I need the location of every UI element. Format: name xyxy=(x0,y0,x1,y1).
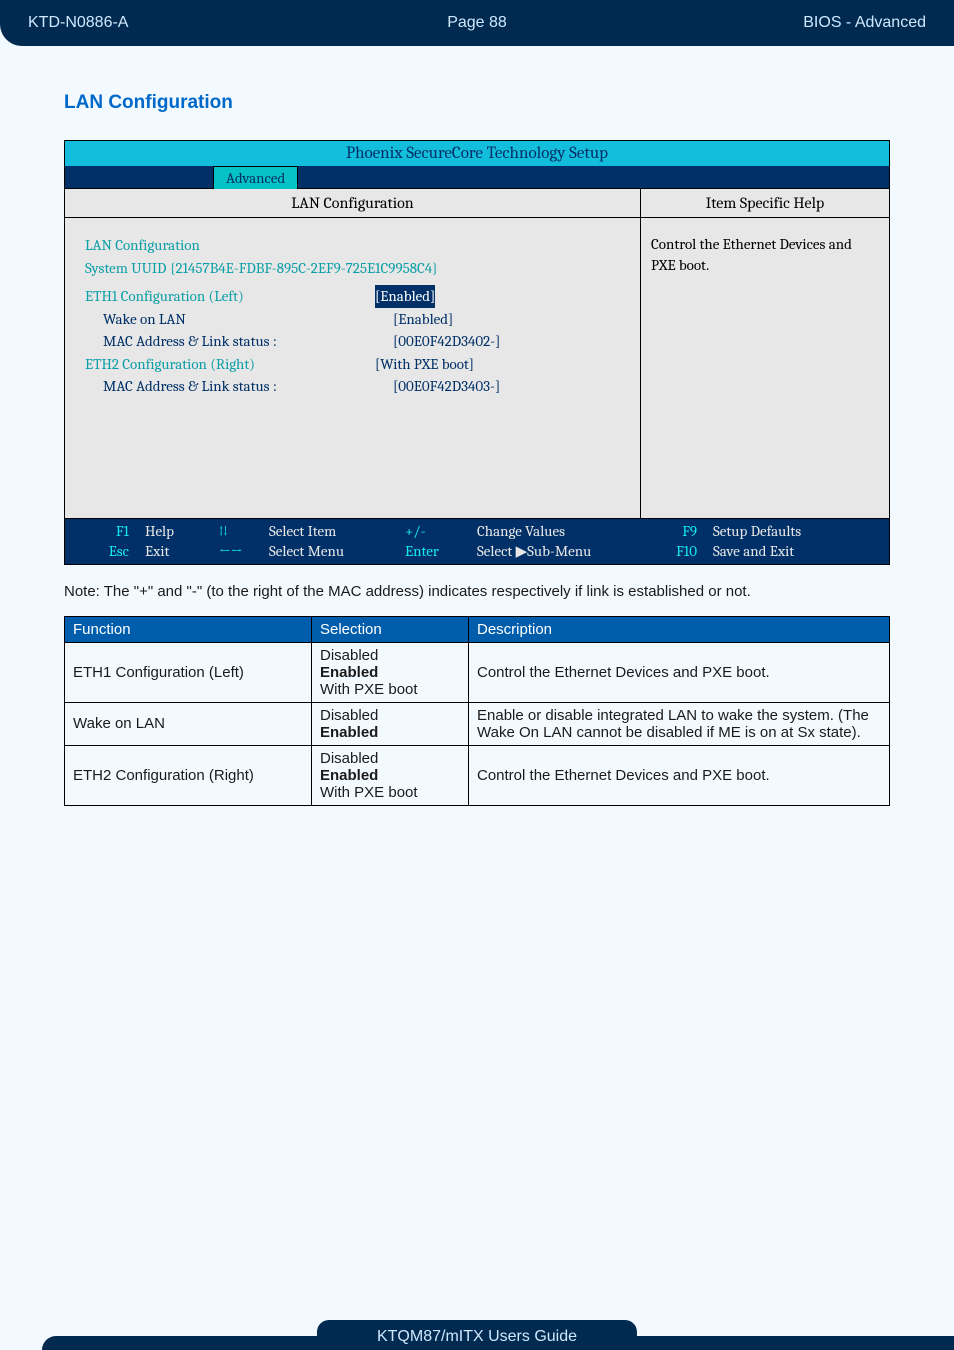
bios-key-f9-label: Setup Defaults xyxy=(713,521,801,541)
bottom-banner: KTQM87/mITX Users Guide xyxy=(0,1336,954,1350)
bios-key-updown-label: Select Item xyxy=(269,521,389,541)
table-cell-function: Wake on LAN xyxy=(65,702,312,745)
functions-table: Function Selection Description ETH1 Conf… xyxy=(64,616,890,806)
section-title: LAN Configuration xyxy=(64,92,890,114)
table-row: Wake on LANDisabledEnabledEnable or disa… xyxy=(65,702,890,745)
bios-key-esc: Esc xyxy=(73,541,129,561)
bios-item-eth2[interactable]: ETH2 Configuration (Right) xyxy=(85,353,375,376)
bios-key-f1-label: Help xyxy=(145,521,203,541)
bios-help-panel: Item Specific Help Control the Ethernet … xyxy=(641,189,889,518)
bios-value-wake-on-lan[interactable]: [Enabled] xyxy=(393,308,453,331)
bios-tab-advanced[interactable]: Advanced xyxy=(213,166,298,189)
table-row: ETH2 Configuration (Right)DisabledEnable… xyxy=(65,745,890,805)
functions-th-function: Function xyxy=(65,616,312,642)
bios-key-updown: ↑↓ xyxy=(219,521,253,541)
bios-key-f9: F9 xyxy=(653,521,697,541)
note-text: Note: The "+" and "-" (to the right of t… xyxy=(64,583,890,600)
bios-help-text: Control the Ethernet Devices and PXE boo… xyxy=(641,218,889,518)
table-cell-function: ETH1 Configuration (Left) xyxy=(65,642,312,702)
functions-th-description: Description xyxy=(469,616,890,642)
bios-item-mac1: MAC Address & Link status : xyxy=(85,330,393,353)
table-cell-selection: DisabledEnabled xyxy=(312,702,469,745)
table-cell-function: ETH2 Configuration (Right) xyxy=(65,745,312,805)
bios-key-f10-label: Save and Exit xyxy=(713,541,801,561)
bios-key-f1: F1 xyxy=(73,521,129,541)
table-cell-selection: DisabledEnabledWith PXE boot xyxy=(312,642,469,702)
header-right: BIOS - Advanced xyxy=(627,14,926,32)
table-row: ETH1 Configuration (Left)DisabledEnabled… xyxy=(65,642,890,702)
bios-key-enter: Enter xyxy=(405,541,461,561)
bios-item-mac2: MAC Address & Link status : xyxy=(85,375,393,398)
table-cell-selection: DisabledEnabledWith PXE boot xyxy=(312,745,469,805)
bios-item-uuid: System UUID {21457B4E-FDBF-895C-2EF9-725… xyxy=(85,257,438,280)
table-cell-description: Control the Ethernet Devices and PXE boo… xyxy=(469,642,890,702)
bios-value-mac2: [00E0F42D3403-] xyxy=(393,375,500,398)
bios-item-lan-config[interactable]: LAN Configuration xyxy=(85,234,375,257)
bios-value-mac1: [00E0F42D3402-] xyxy=(393,330,500,353)
header-center: Page 88 xyxy=(327,14,626,32)
header-left: KTD-N0886-A xyxy=(28,14,327,32)
bios-tab-row: Advanced xyxy=(65,166,889,188)
bios-key-leftright: ←→ xyxy=(219,541,253,561)
bios-value-eth1[interactable]: [Enabled] xyxy=(375,285,435,308)
bios-item-eth1[interactable]: ETH1 Configuration (Left) xyxy=(85,285,375,308)
bios-key-esc-label: Exit xyxy=(145,541,203,561)
footer-guide-title: KTQM87/mITX Users Guide xyxy=(317,1320,637,1350)
bios-key-leftright-label: Select Menu xyxy=(269,541,389,561)
bios-key-plusminus: +/- xyxy=(405,521,461,541)
bios-key-f10: F10 xyxy=(653,541,697,561)
bios-key-plusminus-label: Change Values xyxy=(477,521,637,541)
bios-main-header: LAN Configuration xyxy=(65,189,640,218)
bios-help-header: Item Specific Help xyxy=(641,189,889,218)
bios-key-enter-label: Select ▶Sub-Menu xyxy=(477,541,637,561)
bios-footer: F1 Esc Help Exit ↑↓ ←→ Select Item Selec… xyxy=(65,519,889,564)
bios-value-eth2[interactable]: [With PXE boot] xyxy=(375,353,474,376)
table-cell-description: Enable or disable integrated LAN to wake… xyxy=(469,702,890,745)
table-cell-description: Control the Ethernet Devices and PXE boo… xyxy=(469,745,890,805)
bios-item-wake-on-lan[interactable]: Wake on LAN xyxy=(85,308,393,331)
functions-th-selection: Selection xyxy=(312,616,469,642)
bios-main-panel: LAN Configuration LAN Configuration Syst… xyxy=(65,189,641,518)
top-banner: KTD-N0886-A Page 88 BIOS - Advanced xyxy=(0,0,954,46)
bios-window-title: Phoenix SecureCore Technology Setup xyxy=(65,141,889,166)
bios-window: Phoenix SecureCore Technology Setup Adva… xyxy=(64,140,890,565)
